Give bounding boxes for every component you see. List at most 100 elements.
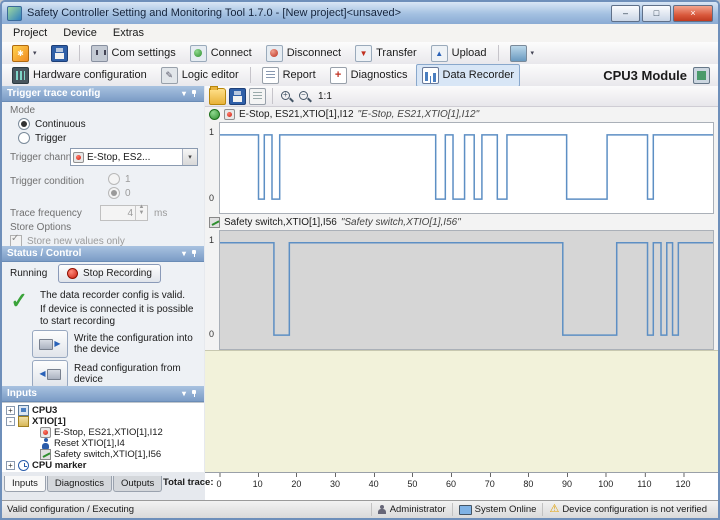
trace-frequency-input[interactable]: 4 ▲ ▼ [100, 205, 148, 221]
trace-frequency-label: Trace frequency [10, 208, 82, 219]
menu-project[interactable]: Project [5, 25, 55, 41]
module-icon [693, 67, 710, 84]
warning-label: Device configuration is not verified [562, 504, 707, 515]
mode-label: Mode [10, 105, 35, 116]
diagnostics-button[interactable]: Diagnostics [324, 64, 414, 87]
com-settings-button[interactable]: Com settings [85, 42, 182, 65]
recording-active-icon [209, 109, 220, 120]
trigger-radio[interactable] [18, 132, 30, 144]
tree-item[interactable]: Reset XTIO[1],I4 [6, 438, 204, 449]
report-icon [262, 67, 279, 84]
statusbar-online: System Online [452, 503, 543, 516]
tab-inputs[interactable]: Inputs [4, 476, 46, 492]
hardware-configuration-button[interactable]: Hardware configuration [6, 64, 153, 87]
chart1-title: E-Stop, ES21,XTIO[1],I12 [239, 109, 354, 120]
data-recorder-label: Data Recorder [443, 69, 515, 81]
stop-recording-button[interactable]: Stop Recording [58, 264, 161, 283]
upload-button[interactable]: Upload [425, 42, 493, 65]
upload-label: Upload [452, 47, 487, 59]
data-recorder-button[interactable]: Data Recorder [416, 64, 521, 87]
tree-item[interactable]: -XTIO[1] [6, 416, 204, 427]
chart2-ytick-low: 0 [209, 329, 214, 339]
connect-icon [190, 45, 207, 62]
stop-recording-label: Stop Recording [83, 268, 152, 279]
menu-device[interactable]: Device [55, 25, 105, 41]
logic-editor-button[interactable]: Logic editor [155, 64, 245, 87]
continuous-radio[interactable] [18, 118, 30, 130]
disconnect-icon [266, 45, 283, 62]
write-config-button[interactable]: ▶ [32, 330, 68, 358]
write-config-label: Write the configuration into the device [74, 333, 196, 355]
valid-check-icon: ✓ [11, 288, 28, 314]
tree-expander[interactable]: + [6, 406, 15, 415]
pin-icon[interactable] [190, 389, 199, 398]
continuous-label: Continuous [35, 119, 86, 130]
store-options-label: Store Options [10, 222, 71, 233]
condition-1-radio[interactable] [108, 173, 120, 185]
report-button[interactable]: Report [256, 64, 322, 87]
close-button[interactable]: × [673, 5, 713, 22]
tab-outputs[interactable]: Outputs [113, 476, 162, 492]
condition-0-radio[interactable] [108, 187, 120, 199]
empty-area [205, 350, 718, 473]
connect-button[interactable]: Connect [184, 42, 258, 65]
recorder-toolbar: + − 1:1 [205, 86, 718, 107]
tree-item[interactable]: Safety switch,XTIO[1],I56 [6, 449, 204, 460]
tree-item-label: Reset XTIO[1],I4 [54, 438, 125, 449]
status-bar: Valid configuration / Executing Administ… [2, 500, 718, 518]
user-icon [378, 505, 387, 515]
time-axis: Total trace: 010203040506070809010011012… [205, 472, 718, 500]
zoom-in-icon[interactable]: + [279, 89, 294, 104]
tree-expander[interactable]: - [6, 417, 15, 426]
connect-label: Connect [211, 47, 252, 59]
zoom-out-icon[interactable]: − [297, 89, 312, 104]
collapse-icon[interactable]: ▾ [182, 250, 186, 258]
status-panel-title: Status / Control [7, 248, 81, 259]
read-config-button[interactable]: ◀ [32, 360, 68, 388]
project-wizard-button[interactable]: ▾ [6, 42, 43, 65]
image-tools-button[interactable]: ▾ [504, 42, 541, 65]
tab-diagnostics[interactable]: Diagnostics [47, 476, 112, 492]
tree-expander[interactable]: + [6, 461, 15, 470]
validity-message: The data recorder config is valid. If de… [40, 290, 198, 328]
pin-icon[interactable] [190, 89, 199, 98]
disconnect-label: Disconnect [287, 47, 341, 59]
trigger-channel-select[interactable]: E-Stop, ES2... ▾ [70, 148, 198, 166]
tree-item[interactable]: E-Stop, ES21,XTIO[1],I12 [6, 427, 204, 438]
chart1-plot[interactable] [219, 122, 714, 214]
chart2-plot[interactable] [219, 230, 714, 350]
pin-icon[interactable] [190, 249, 199, 258]
collapse-icon[interactable]: ▾ [182, 390, 186, 398]
com-settings-icon [91, 45, 108, 62]
diagnostics-label: Diagnostics [351, 69, 408, 81]
dropdown-caret-icon[interactable]: ▾ [182, 149, 197, 165]
copy-icon[interactable] [249, 88, 266, 105]
tree-item[interactable]: +CPU marker [6, 460, 204, 471]
statusbar-left-text: Valid configuration / Executing [7, 504, 134, 515]
tree-item[interactable]: +CPU3 [6, 405, 204, 416]
tree-item-label: Safety switch,XTIO[1],I56 [54, 449, 161, 460]
report-label: Report [283, 69, 316, 81]
statusbar-warning: ⚠ Device configuration is not verified [542, 503, 713, 516]
system-online-label: System Online [475, 504, 537, 515]
trigger-channel-label: Trigger channel [10, 152, 79, 163]
minimize-button[interactable]: – [611, 5, 640, 22]
trigger-panel-body: Mode Continuous Trigger Trigger channel … [2, 102, 204, 246]
collapse-icon[interactable]: ▾ [182, 90, 186, 98]
system-online-icon [459, 505, 472, 515]
chart1-row: 1 0 [205, 122, 718, 214]
marker-icon [18, 460, 29, 471]
save-icon[interactable] [229, 88, 246, 105]
zoom-one-to-one[interactable]: 1:1 [315, 91, 335, 102]
transfer-button[interactable]: Transfer [349, 42, 423, 65]
chart2-header: Safety switch,XTIO[1],I56 "Safety switch… [209, 214, 718, 230]
trigger-panel-title: Trigger trace config [7, 88, 100, 99]
disconnect-button[interactable]: Disconnect [260, 42, 347, 65]
user-label: Administrator [390, 504, 446, 515]
menu-extras[interactable]: Extras [105, 25, 152, 41]
open-icon[interactable] [209, 88, 226, 105]
spin-down-icon[interactable]: ▼ [139, 213, 145, 219]
maximize-button[interactable]: □ [642, 5, 671, 22]
estop-icon [40, 427, 51, 438]
save-button[interactable] [45, 42, 74, 65]
